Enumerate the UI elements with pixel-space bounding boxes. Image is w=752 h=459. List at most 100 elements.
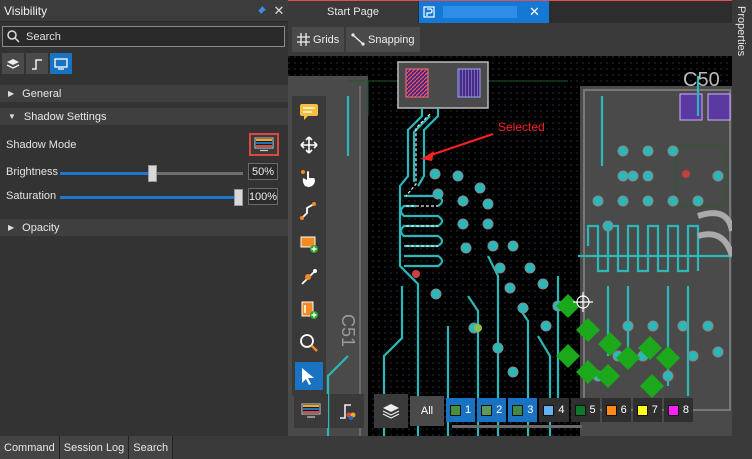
- saturation-thumb[interactable]: [234, 189, 243, 206]
- bottom-tab-bar: Command Session Log Search: [0, 436, 752, 459]
- route-icon: [300, 202, 316, 220]
- shadow-mode-toggle-button[interactable]: [294, 394, 328, 428]
- canvas-toolbar: Grids Snapping: [288, 23, 732, 56]
- layer-chip[interactable]: 4: [539, 398, 569, 422]
- saturation-fill: [60, 196, 243, 199]
- close-tab-icon[interactable]: ✕: [529, 4, 540, 20]
- layer-scrollbar[interactable]: [452, 425, 582, 428]
- interactive-tool-button[interactable]: [295, 164, 323, 192]
- general-section-header[interactable]: ▶ General: [0, 85, 288, 102]
- properties-label: Properties: [735, 6, 747, 57]
- silkscreen-c51: C51: [338, 314, 358, 347]
- panel-title: Visibility: [4, 3, 48, 18]
- cursor-arrow-icon: [302, 368, 314, 385]
- saturation-slider[interactable]: [60, 189, 243, 206]
- layer-chip[interactable]: 5: [570, 398, 600, 422]
- brightness-label: Brightness: [6, 166, 58, 178]
- snapping-button[interactable]: Snapping: [346, 27, 420, 52]
- layer-chip-list: 1 2 3 4 5 6 7 8: [446, 394, 693, 422]
- layer-chip-label: 2: [496, 404, 503, 416]
- grid-icon: [297, 33, 310, 46]
- document-tabbar: Start Page ✕: [288, 0, 732, 23]
- snapping-label: Snapping: [368, 33, 415, 46]
- grids-button[interactable]: Grids: [292, 27, 345, 52]
- layer-color-swatch: [574, 404, 586, 416]
- view-mode-buttons: [2, 53, 72, 74]
- tab-pcb-document[interactable]: ✕: [419, 1, 549, 23]
- layer-bar: All 1 2 3 4 5 6 7 8: [294, 394, 693, 430]
- magnifier-icon: [300, 334, 318, 352]
- layers-view-button[interactable]: [2, 53, 24, 74]
- general-section-label: General: [22, 87, 62, 100]
- layer-color-swatch: [543, 404, 555, 416]
- layer-color-swatch: [450, 404, 461, 416]
- route-tool-button[interactable]: [295, 197, 323, 225]
- session-log-tab[interactable]: Session Log: [59, 436, 130, 459]
- visibility-panel: Visibility ✕ Search ▶ General ▼ Shadow S…: [0, 0, 288, 436]
- shadow-mode-icon: [301, 403, 321, 418]
- layers-icon: [382, 404, 400, 419]
- layer-chip-label: 5: [589, 404, 596, 416]
- display-view-button[interactable]: [50, 53, 72, 74]
- layer-chip-label: 7: [651, 404, 658, 416]
- layer-chip[interactable]: 1: [446, 398, 476, 422]
- close-panel-icon[interactable]: ✕: [270, 2, 288, 20]
- brightness-fill: [60, 172, 152, 175]
- layer-chip-label: 3: [527, 404, 534, 416]
- layer-stack-button[interactable]: [374, 394, 408, 428]
- app-window: Visibility ✕ Search ▶ General ▼ Shadow S…: [0, 0, 752, 459]
- layer-color-swatch: [512, 404, 524, 416]
- search-tab[interactable]: Search: [129, 436, 174, 459]
- layer-color-swatch: [667, 404, 679, 416]
- nets-view-button[interactable]: [26, 53, 48, 74]
- monitor-icon: [54, 57, 68, 70]
- layer-chip-label: 4: [558, 404, 565, 416]
- pcb-layout[interactable]: C50 C51 Selected: [288, 56, 732, 436]
- brightness-value[interactable]: 50%: [248, 163, 278, 180]
- all-layers-button[interactable]: All: [410, 396, 444, 426]
- comment-tool-button[interactable]: [295, 98, 323, 126]
- layer-chip[interactable]: 2: [477, 398, 507, 422]
- layer-chip[interactable]: 8: [663, 398, 693, 422]
- saturation-label: Saturation: [6, 190, 57, 202]
- net-icon: [32, 58, 42, 70]
- shadow-settings-section-header[interactable]: ▼ Shadow Settings: [0, 108, 288, 125]
- comment-icon: [300, 104, 318, 120]
- move-tool-button[interactable]: [295, 131, 323, 159]
- add-component-tool-button[interactable]: [295, 296, 323, 324]
- inspect-tool-button[interactable]: [295, 329, 323, 357]
- net-colors-button[interactable]: [330, 394, 364, 428]
- shadow-mode-icon: [254, 137, 274, 152]
- search-icon: [7, 30, 20, 43]
- pin-icon[interactable]: [252, 2, 270, 20]
- select-tool-button[interactable]: [295, 362, 323, 390]
- pcb-document-icon: [423, 6, 435, 18]
- edit-route-tool-button[interactable]: [295, 263, 323, 291]
- edit-route-icon: [301, 269, 317, 285]
- layer-chip[interactable]: 6: [601, 398, 631, 422]
- layer-chip[interactable]: 7: [632, 398, 662, 422]
- opacity-section-label: Opacity: [22, 221, 60, 234]
- brightness-slider[interactable]: [60, 165, 243, 182]
- tab-start-page[interactable]: Start Page: [288, 1, 418, 23]
- opacity-section-header[interactable]: ▶ Opacity: [0, 219, 288, 236]
- brightness-thumb[interactable]: [147, 165, 157, 182]
- selected-annotation: Selected: [498, 120, 545, 134]
- shadow-settings-section-label: Shadow Settings: [23, 110, 107, 123]
- pcb-canvas[interactable]: C50 C51 Selected All 1 2 3 4 5 6 7 8: [288, 56, 732, 436]
- layer-chip[interactable]: 3: [508, 398, 538, 422]
- expand-arrow-icon: ▶: [8, 89, 15, 98]
- net-colors-icon: [340, 404, 356, 420]
- grids-label: Grids: [313, 33, 340, 46]
- add-region-tool-button[interactable]: [295, 230, 323, 258]
- add-region-icon: [300, 236, 318, 253]
- tab-document-name-redacted: [443, 6, 517, 18]
- tool-palette: [292, 96, 326, 396]
- shadow-mode-button[interactable]: [249, 133, 279, 156]
- properties-side-tab[interactable]: Properties: [732, 0, 752, 436]
- saturation-value[interactable]: 100%: [248, 188, 278, 205]
- snapping-icon: [351, 33, 365, 46]
- search-input[interactable]: Search: [2, 26, 285, 47]
- command-tab[interactable]: Command: [0, 436, 60, 459]
- silkscreen-c50: C50: [683, 69, 720, 91]
